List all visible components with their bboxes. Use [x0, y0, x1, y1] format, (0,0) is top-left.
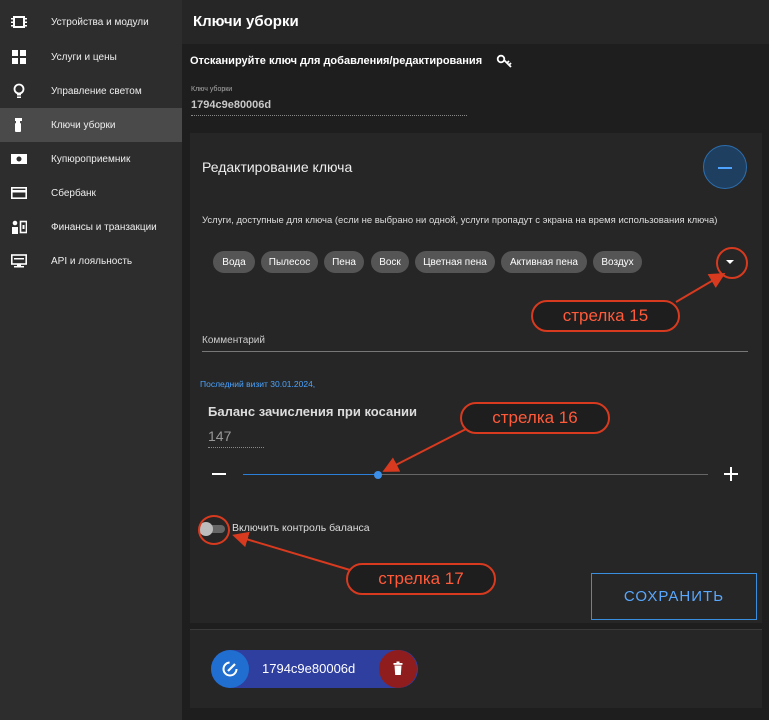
balance-underline — [208, 447, 264, 448]
balance-control-label: Включить контроль баланса — [232, 522, 370, 534]
sidebar-item-label: Услуги и цены — [51, 51, 117, 63]
sidebar-item-devices[interactable]: Устройства и модули — [0, 5, 182, 39]
sidebar-item-api[interactable]: API и лояльность — [0, 244, 182, 278]
save-button[interactable]: СОХРАНИТЬ — [591, 573, 757, 620]
callout-arrow-16: стрелка 16 — [460, 402, 610, 434]
sidebar-item-label: Управление светом — [51, 85, 142, 97]
balance-slider[interactable] — [243, 471, 708, 479]
divider — [190, 629, 762, 630]
finance-icon — [12, 220, 27, 234]
sidebar-item-label: API и лояльность — [51, 255, 133, 267]
service-chip-wax[interactable]: Воск — [371, 251, 409, 273]
service-chip-color-foam[interactable]: Цветная пена — [415, 251, 495, 273]
key-field-underline — [191, 115, 467, 116]
callout-arrow-17: стрелка 17 — [346, 563, 496, 595]
key-field-value[interactable]: 1794c9e80006d — [191, 99, 271, 111]
service-chip-air[interactable]: Воздух — [593, 251, 642, 273]
service-chip-water[interactable]: Вода — [213, 251, 255, 273]
balance-value-input[interactable]: 147 — [208, 428, 231, 444]
credit-card-icon — [11, 186, 27, 199]
sidebar-item-label: Ключи уборки — [51, 119, 116, 131]
sidebar-item-label: Купюроприемник — [51, 153, 131, 165]
balance-title: Баланс зачисления при косании — [208, 404, 418, 419]
sidebar-item-sberbank[interactable]: Сбербанк — [0, 176, 182, 210]
modules-icon — [11, 16, 27, 28]
sidebar-item-finance[interactable]: Финансы и транзакции — [0, 210, 182, 244]
balance-decrease-button[interactable] — [211, 467, 227, 481]
annotation-circle-17 — [198, 515, 230, 545]
key-editor-card — [190, 133, 762, 623]
last-visit-text: Последний визит 30.01.2024, — [200, 379, 316, 389]
spray-bottle-icon — [15, 118, 22, 132]
delete-key-button[interactable] — [379, 650, 417, 688]
callout-arrow-15: стрелка 15 — [531, 300, 680, 332]
app-header: Ключи уборки — [182, 0, 769, 44]
sidebar-item-label: Устройства и модули — [51, 16, 149, 28]
comment-field[interactable]: Комментарий — [202, 335, 265, 346]
banknote-icon — [11, 154, 27, 164]
service-chip-active-foam[interactable]: Активная пена — [501, 251, 587, 273]
balance-increase-button[interactable] — [723, 466, 739, 482]
key-field-label: Ключ уборки — [191, 86, 233, 93]
scan-prompt: Отсканируйте ключ для добавления/редакти… — [190, 55, 483, 67]
service-chip-vacuum[interactable]: Пылесос — [261, 251, 318, 273]
sidebar: Устройства и модули Услуги и цены Управл… — [0, 0, 182, 720]
page-title: Ключи уборки — [193, 13, 299, 30]
sidebar-item-cleaning-keys[interactable]: Ключи уборки — [0, 108, 182, 142]
edit-key-button[interactable] — [211, 650, 249, 688]
lightbulb-icon — [13, 83, 25, 98]
grid-icon — [12, 50, 26, 64]
key-icon — [496, 54, 512, 68]
edit-icon — [222, 661, 238, 677]
balance-slider-thumb[interactable] — [373, 471, 382, 479]
sidebar-item-label: Финансы и транзакции — [51, 221, 157, 233]
api-icon — [11, 254, 27, 268]
editor-title: Редактирование ключа — [202, 159, 353, 175]
sidebar-item-label: Сбербанк — [51, 187, 96, 199]
balance-slider-fill — [243, 474, 378, 475]
annotation-circle-15 — [716, 247, 748, 279]
trash-icon — [393, 661, 403, 675]
sidebar-item-services[interactable]: Услуги и цены — [0, 40, 182, 74]
key-chip-label: 1794c9e80006d — [262, 661, 356, 676]
comment-underline — [202, 351, 748, 352]
collapse-button[interactable] — [703, 145, 747, 189]
services-help-text: Услуги, доступные для ключа (если не выб… — [202, 215, 718, 226]
sidebar-item-bill-acceptor[interactable]: Купюроприемник — [0, 142, 182, 176]
sidebar-item-light[interactable]: Управление светом — [0, 74, 182, 108]
service-chip-foam[interactable]: Пена — [324, 251, 364, 273]
